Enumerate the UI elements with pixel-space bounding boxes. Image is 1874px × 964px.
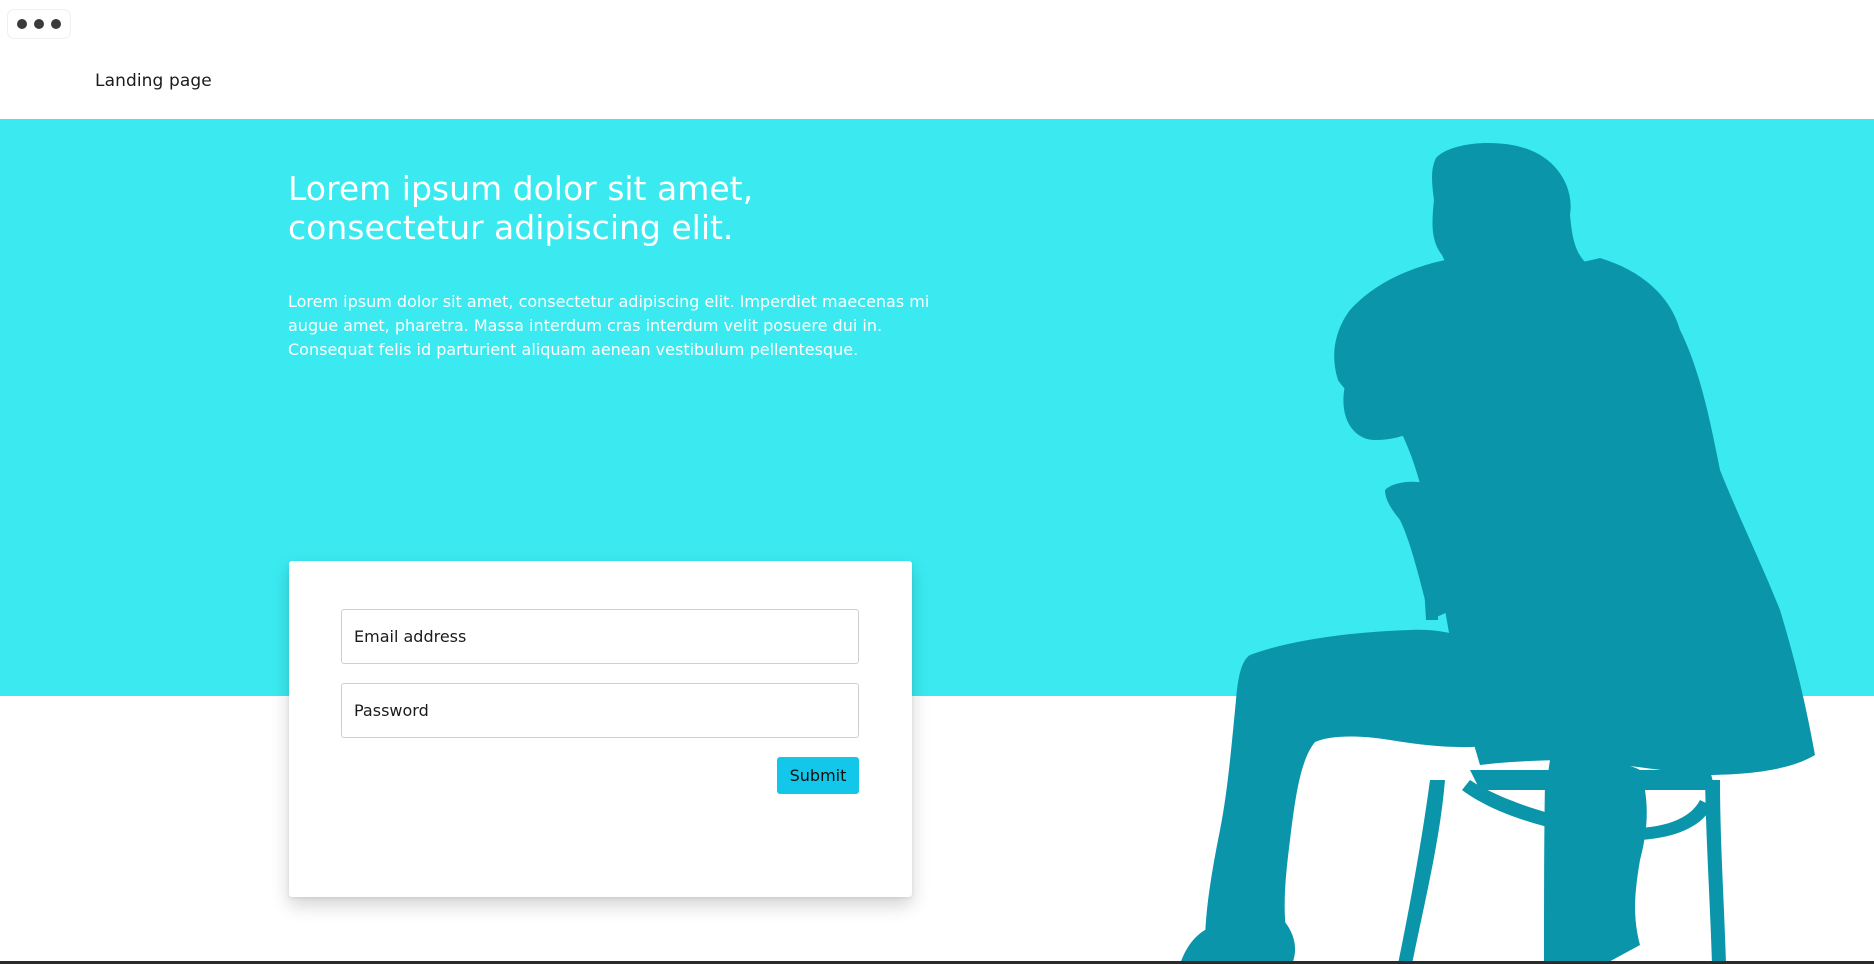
dot-icon: [34, 19, 44, 29]
hero-headline-line-1: Lorem ipsum dolor sit amet,: [288, 169, 754, 208]
hero-description: Lorem ipsum dolor sit amet, consectetur …: [288, 292, 930, 359]
password-field[interactable]: [341, 683, 859, 738]
hero-section: Lorem ipsum dolor sit amet, consectetur …: [0, 119, 1874, 696]
dot-icon: [17, 19, 27, 29]
hero-headline-line-2: consectetur adipiscing elit.: [288, 208, 734, 247]
submit-button[interactable]: Submit: [777, 757, 859, 794]
hero-headline: Lorem ipsum dolor sit amet, consectetur …: [288, 169, 848, 247]
login-form-card: Submit: [289, 561, 912, 897]
email-field[interactable]: [341, 609, 859, 664]
dot-icon: [51, 19, 61, 29]
page-title: Landing page: [95, 71, 212, 91]
window-menu-icon[interactable]: [8, 10, 70, 38]
